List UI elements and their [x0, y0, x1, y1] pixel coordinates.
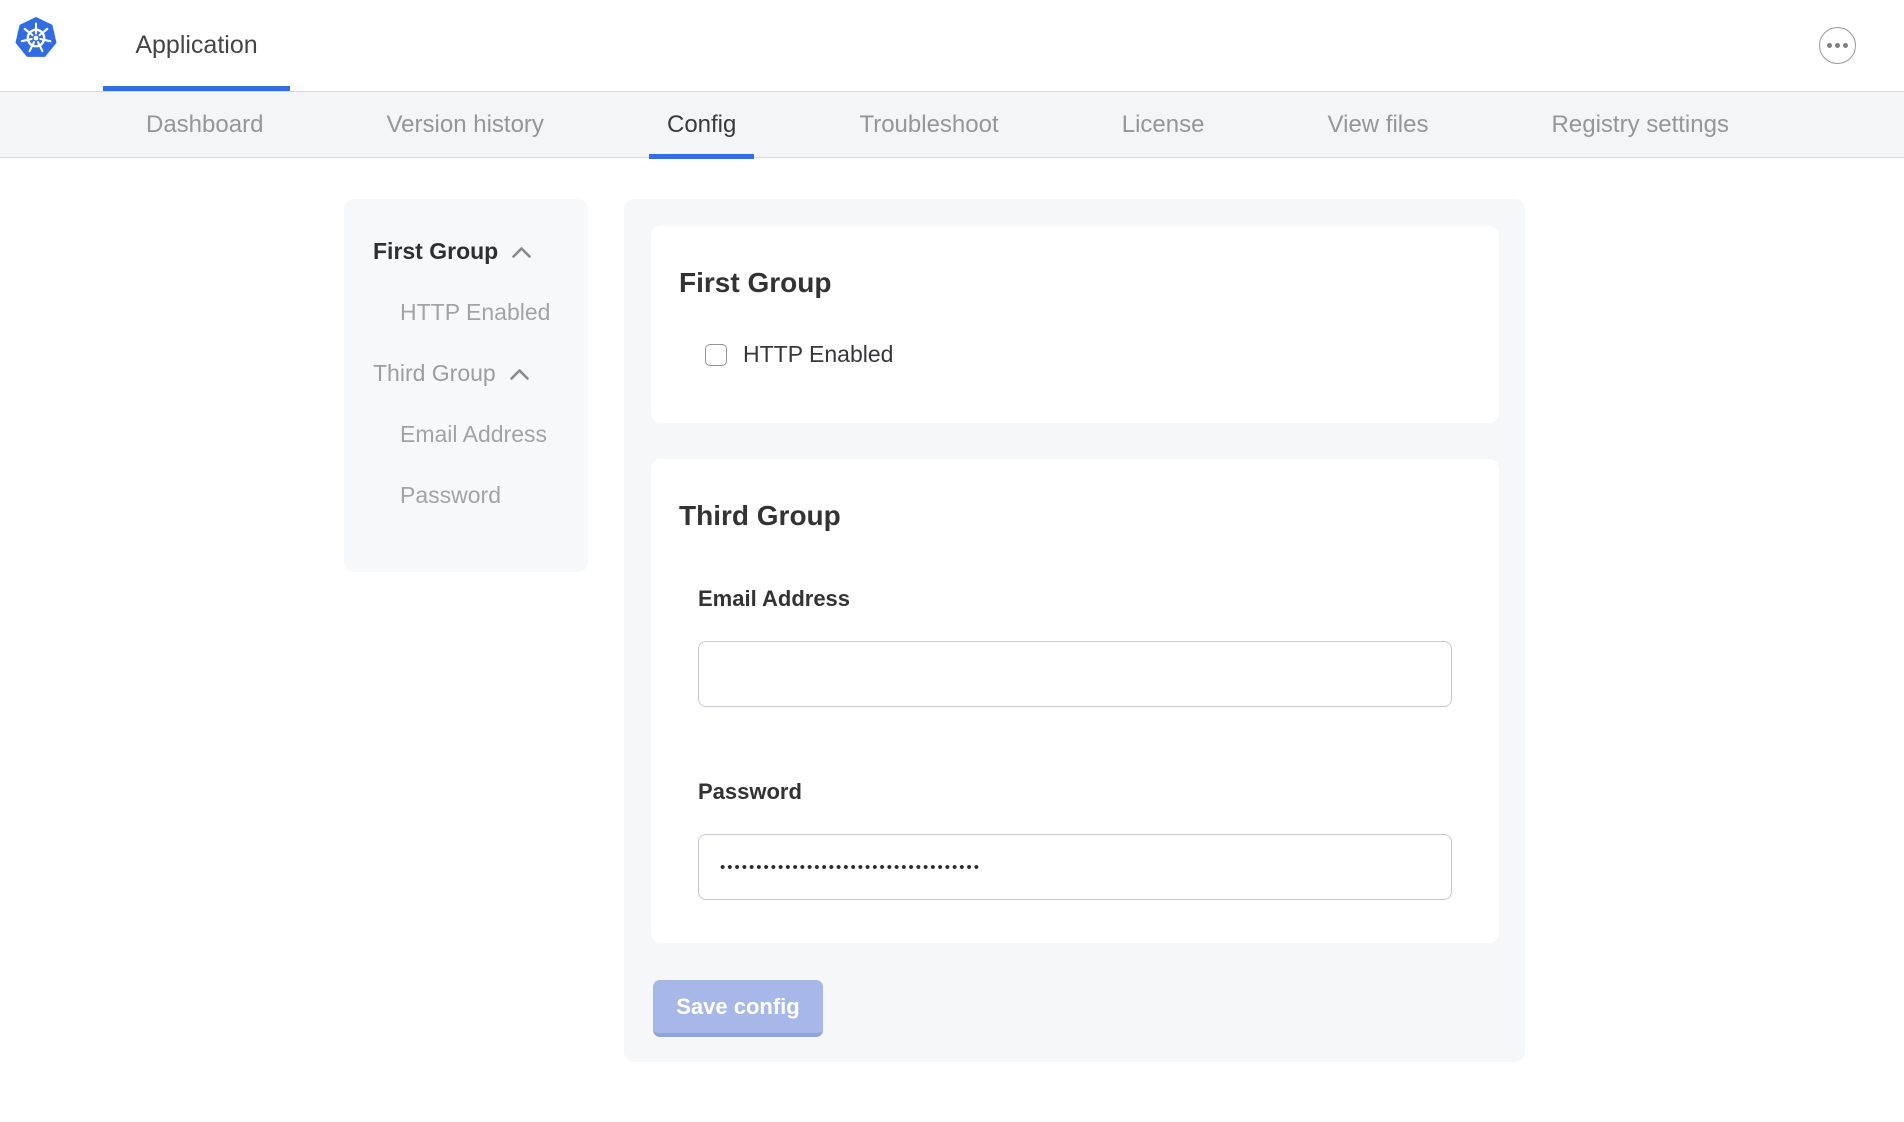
nav-tab-troubleshoot[interactable]: Troubleshoot — [859, 92, 998, 158]
ellipsis-icon — [1827, 43, 1832, 48]
sidebar-item-label: Email Address — [400, 421, 547, 448]
config-sidebar: First Group HTTP Enabled Third Group Ema… — [344, 199, 588, 572]
secondary-nav: Dashboard Version history Config Trouble… — [0, 92, 1904, 158]
sidebar-item-label: Password — [400, 482, 501, 509]
field-label: Email Address — [698, 586, 1452, 611]
config-panel: First Group HTTP Enabled Third Group Ema… — [624, 199, 1525, 1062]
sidebar-item-third-group[interactable]: Third Group — [344, 359, 588, 387]
field-label: Password — [698, 779, 1452, 804]
nav-tab-dashboard[interactable]: Dashboard — [146, 92, 263, 158]
chevron-up-icon — [511, 246, 532, 259]
http-enabled-checkbox-row[interactable]: HTTP Enabled — [679, 341, 893, 368]
tab-application[interactable]: Application — [103, 0, 290, 91]
nav-tab-view-files[interactable]: View files — [1328, 92, 1429, 158]
nav-tab-registry-settings[interactable]: Registry settings — [1552, 92, 1729, 158]
overflow-menu-button[interactable] — [1819, 27, 1856, 64]
nav-tab-version-history[interactable]: Version history — [387, 92, 544, 158]
nav-tab-license[interactable]: License — [1122, 92, 1205, 158]
http-enabled-checkbox[interactable] — [705, 344, 727, 366]
kots-admin-console: Application Dashboard Version history Co… — [0, 0, 1904, 1122]
sidebar-item-label: Third Group — [373, 360, 496, 387]
sidebar-item-http-enabled[interactable]: HTTP Enabled — [344, 298, 588, 326]
sidebar-item-first-group[interactable]: First Group — [344, 237, 588, 265]
email-address-field: Email Address — [679, 586, 1471, 707]
password-field: Password — [679, 779, 1471, 900]
chevron-up-icon — [509, 368, 530, 381]
tab-application-label: Application — [135, 31, 257, 60]
sidebar-item-label: First Group — [373, 238, 498, 265]
email-address-input[interactable] — [698, 641, 1452, 707]
sidebar-item-password[interactable]: Password — [344, 481, 588, 509]
nav-tab-config[interactable]: Config — [667, 92, 736, 158]
password-input[interactable] — [698, 834, 1452, 900]
sidebar-item-email-address[interactable]: Email Address — [344, 420, 588, 448]
save-config-button[interactable]: Save config — [653, 980, 823, 1037]
sidebar-item-label: HTTP Enabled — [400, 299, 550, 326]
kubernetes-logo-icon — [14, 16, 58, 60]
config-group-card-third: Third Group Email Address Password — [651, 459, 1499, 943]
checkbox-label: HTTP Enabled — [743, 341, 893, 368]
group-title: Third Group — [679, 499, 1471, 532]
app-header: Application — [0, 0, 1904, 92]
group-title: First Group — [679, 266, 1471, 299]
config-group-card-first: First Group HTTP Enabled — [651, 226, 1499, 423]
